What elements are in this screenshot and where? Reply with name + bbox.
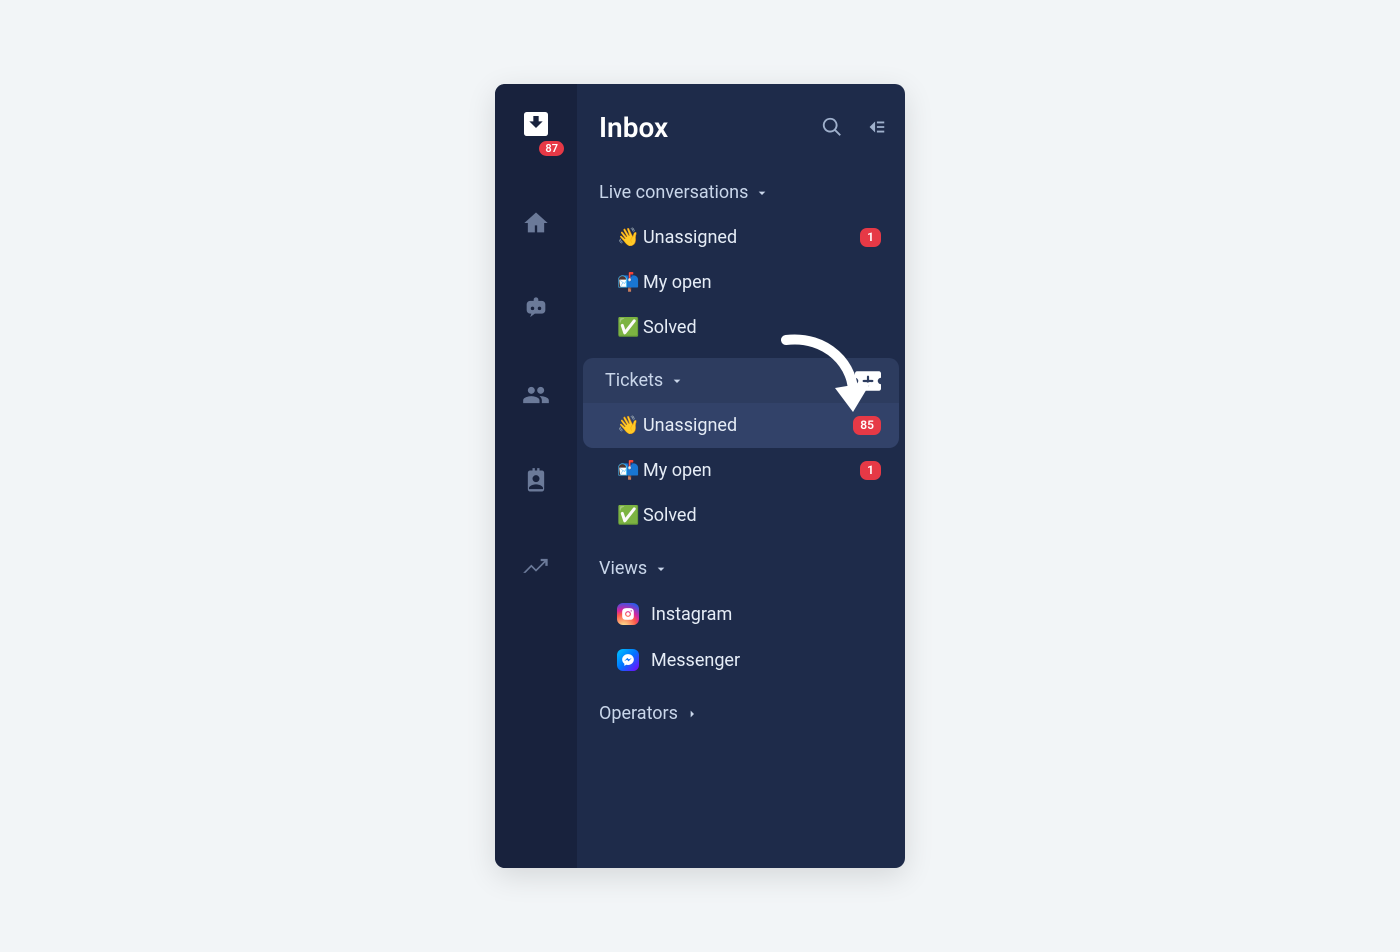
contact-icon	[522, 467, 550, 495]
rail-home[interactable]	[495, 180, 577, 266]
check-icon: ✅	[617, 317, 643, 338]
chatbot-icon	[522, 295, 550, 323]
search-icon[interactable]	[821, 116, 843, 138]
chevron-down-icon	[754, 185, 770, 201]
inbox-icon	[520, 108, 552, 140]
item-label: Instagram	[651, 604, 881, 625]
tickets-item-unassigned[interactable]: 👋 Unassigned 85	[583, 403, 899, 448]
chevron-down-icon	[653, 561, 669, 577]
section-label: Live conversations	[599, 182, 748, 203]
live-conversations-header[interactable]: Live conversations	[577, 170, 905, 215]
item-label: My open	[643, 460, 860, 481]
mailbox-icon: 📬	[617, 460, 643, 481]
rail-analytics[interactable]	[495, 524, 577, 610]
section-live-conversations: Live conversations 👋 Unassigned 1 📬 My o…	[577, 170, 905, 350]
chevron-down-icon	[669, 373, 685, 389]
item-label: My open	[643, 272, 881, 293]
count-badge: 1	[860, 461, 881, 479]
item-label: Messenger	[651, 650, 881, 671]
count-badge: 1	[860, 228, 881, 246]
item-label: Unassigned	[643, 227, 860, 248]
add-ticket-icon[interactable]	[855, 371, 881, 391]
views-header[interactable]: Views	[577, 546, 905, 591]
inbox-panel: 87 Inbox Live conversatio	[495, 84, 905, 868]
section-operators: Operators	[577, 691, 905, 736]
instagram-icon	[617, 603, 639, 625]
item-label: Unassigned	[643, 415, 853, 436]
section-label: Views	[599, 558, 647, 579]
section-label: Tickets	[605, 370, 663, 391]
chevron-right-icon	[684, 706, 700, 722]
rail-badge: 87	[539, 141, 564, 156]
rail-contacts[interactable]	[495, 438, 577, 524]
sidebar-main: Inbox Live conversations 👋 Unassigned 1 …	[577, 84, 905, 868]
item-label: Solved	[643, 317, 881, 338]
section-label: Operators	[599, 703, 678, 724]
analytics-icon	[522, 553, 550, 581]
views-item-messenger[interactable]: Messenger	[583, 637, 899, 683]
sidebar-header: Inbox	[577, 84, 905, 170]
tickets-header[interactable]: Tickets	[583, 358, 899, 403]
messenger-icon	[617, 649, 639, 671]
rail-chatbot[interactable]	[495, 266, 577, 352]
wave-icon: 👋	[617, 415, 643, 436]
home-icon	[522, 209, 550, 237]
wave-icon: 👋	[617, 227, 643, 248]
collapse-icon[interactable]	[865, 116, 887, 138]
mailbox-icon: 📬	[617, 272, 643, 293]
rail-inbox[interactable]: 87	[520, 108, 552, 144]
live-item-myopen[interactable]: 📬 My open	[583, 260, 899, 305]
page-title: Inbox	[599, 111, 821, 144]
rail-visitors[interactable]	[495, 352, 577, 438]
live-item-unassigned[interactable]: 👋 Unassigned 1	[583, 215, 899, 260]
item-label: Solved	[643, 505, 881, 526]
people-icon	[522, 381, 550, 409]
count-badge: 85	[853, 416, 881, 434]
check-icon: ✅	[617, 505, 643, 526]
tickets-item-solved[interactable]: ✅ Solved	[583, 493, 899, 538]
section-views: Views Instagram Messenger	[577, 546, 905, 683]
views-item-instagram[interactable]: Instagram	[583, 591, 899, 637]
live-item-solved[interactable]: ✅ Solved	[583, 305, 899, 350]
operators-header[interactable]: Operators	[577, 691, 905, 736]
section-tickets: Tickets 👋 Unassigned 85 📬 My open 1 ✅ So…	[577, 358, 905, 538]
tickets-item-myopen[interactable]: 📬 My open 1	[583, 448, 899, 493]
nav-rail: 87	[495, 84, 577, 868]
